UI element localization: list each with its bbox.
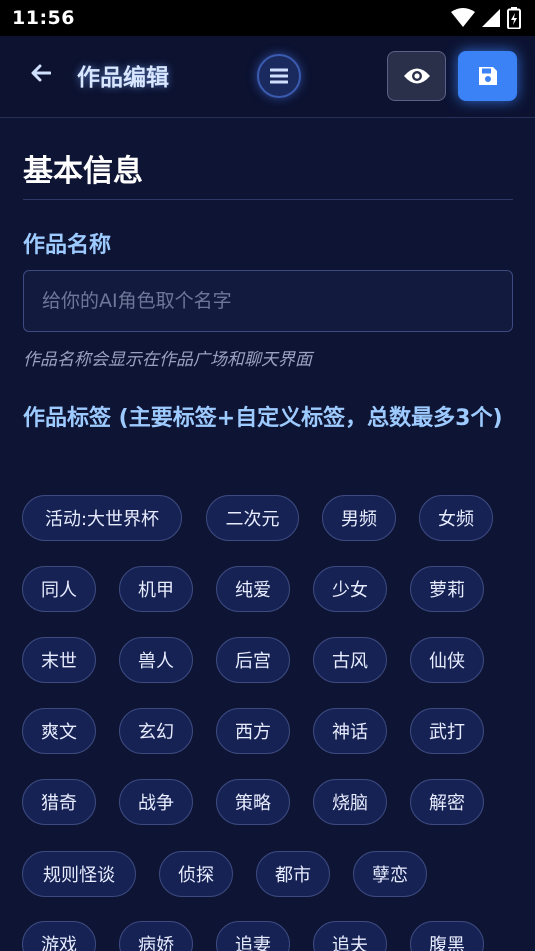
tags-field-label: 作品标签 (主要标签+自定义标签，总数最多3个) [23, 406, 503, 431]
tag-chip[interactable]: 二次元 [206, 495, 299, 541]
tag-chip[interactable]: 仙侠 [410, 637, 484, 683]
tag-chip[interactable]: 侦探 [159, 851, 233, 897]
section-title-basic-info: 基本信息 [23, 154, 143, 189]
tag-chip[interactable]: 都市 [256, 851, 330, 897]
tag-chip[interactable]: 末世 [22, 637, 96, 683]
tag-chip[interactable]: 战争 [119, 779, 193, 825]
tag-chip[interactable]: 纯爱 [216, 566, 290, 612]
eye-icon [403, 68, 430, 84]
tag-chip[interactable]: 男频 [322, 495, 396, 541]
tag-chip[interactable]: 策略 [216, 779, 290, 825]
tag-chip[interactable]: 兽人 [119, 637, 193, 683]
back-button[interactable] [26, 58, 56, 88]
work-name-input[interactable] [23, 270, 513, 332]
status-icons [451, 7, 521, 29]
name-field-hint: 作品名称会显示在作品广场和聊天界面 [23, 350, 312, 370]
tag-chip[interactable]: 少女 [313, 566, 387, 612]
tag-chip[interactable]: 武打 [410, 708, 484, 754]
tag-chip[interactable]: 活动:大世界杯 [22, 495, 182, 541]
arrow-left-icon [31, 64, 51, 82]
tag-chip[interactable]: 西方 [216, 708, 290, 754]
wifi-icon [451, 8, 475, 27]
tag-chip[interactable]: 解密 [410, 779, 484, 825]
tag-chip[interactable]: 猎奇 [22, 779, 96, 825]
tag-chip[interactable]: 追妻 [216, 921, 290, 951]
tag-chip[interactable]: 孽恋 [353, 851, 427, 897]
menu-icon [270, 68, 288, 84]
tag-chip[interactable]: 游戏 [22, 921, 96, 951]
tag-chip[interactable]: 追夫 [313, 921, 387, 951]
tag-chip[interactable]: 后宫 [216, 637, 290, 683]
page-title: 作品编辑 [77, 65, 169, 91]
floppy-disk-icon [478, 67, 497, 85]
tag-chip[interactable]: 病娇 [119, 921, 193, 951]
tag-chip[interactable]: 同人 [22, 566, 96, 612]
menu-button[interactable] [257, 54, 301, 98]
tag-chip[interactable]: 机甲 [119, 566, 193, 612]
status-time: 11:56 [12, 7, 75, 29]
tag-chip[interactable]: 烧脑 [313, 779, 387, 825]
app-header: 作品编辑 [0, 36, 535, 118]
signal-icon [482, 9, 500, 27]
save-button[interactable] [458, 51, 517, 101]
tag-chip[interactable]: 古风 [313, 637, 387, 683]
tag-chip[interactable]: 女频 [419, 495, 493, 541]
status-bar: 11:56 [0, 0, 535, 36]
tag-chip[interactable]: 玄幻 [119, 708, 193, 754]
tag-chip[interactable]: 规则怪谈 [22, 851, 136, 897]
section-divider [23, 199, 513, 200]
tag-chip[interactable]: 萝莉 [410, 566, 484, 612]
battery-icon [507, 7, 521, 29]
tag-chip[interactable]: 爽文 [22, 708, 96, 754]
preview-button[interactable] [387, 51, 446, 101]
name-field-label: 作品名称 [23, 233, 112, 258]
tag-chip[interactable]: 神话 [313, 708, 387, 754]
tag-chip[interactable]: 腹黑 [410, 921, 484, 951]
